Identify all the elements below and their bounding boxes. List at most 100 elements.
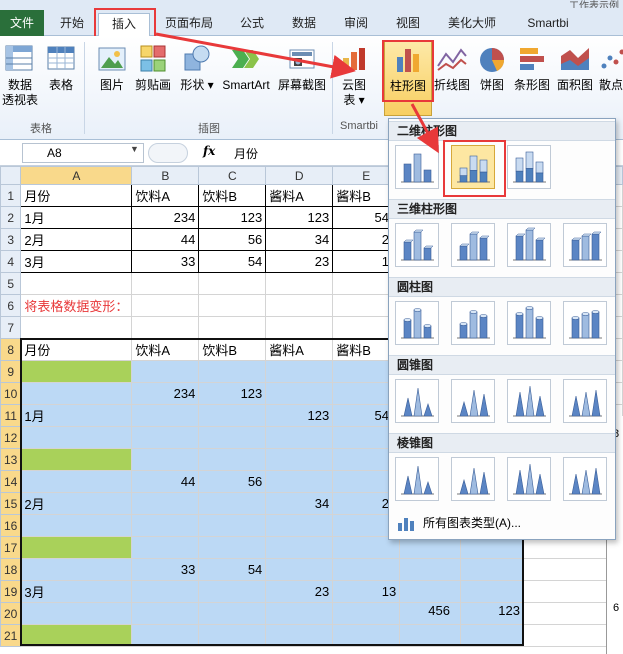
cell[interactable] [20,602,133,625]
line-chart-button[interactable]: 折线图 [432,40,472,116]
cell[interactable] [198,514,267,537]
chart-type-pyramid-2[interactable] [451,457,495,501]
cell[interactable] [131,294,200,317]
cell[interactable] [265,294,334,317]
cell[interactable]: 123 [265,206,334,229]
cell[interactable] [131,624,200,647]
chart-type-cylinder-2[interactable] [451,301,495,345]
cell[interactable]: 将表格数据变形： [20,294,133,317]
chart-type-cone-2[interactable] [451,379,495,423]
row-header[interactable]: 17 [0,536,22,559]
cell[interactable]: 34 [265,228,334,251]
cloud-chart-button[interactable]: 云图 表 ▾ [336,40,372,116]
row-header[interactable]: 7 [0,316,22,339]
cell[interactable] [265,470,334,493]
all-chart-types-item[interactable]: 所有图表类型(A)... [393,511,611,535]
cell[interactable] [131,514,200,537]
chart-type-cylinder-1[interactable] [395,301,439,345]
cell[interactable]: 月份 [20,338,133,361]
cell[interactable] [265,558,334,581]
cell[interactable] [198,360,267,383]
cell[interactable]: 33 [131,250,200,273]
cell[interactable]: 3月 [20,580,133,603]
row-header[interactable]: 16 [0,514,22,537]
cell[interactable]: 饮料A [131,184,200,207]
cell[interactable] [20,426,133,449]
cell[interactable] [265,382,334,405]
cell[interactable] [198,580,267,603]
cell[interactable] [460,558,523,581]
cell[interactable] [20,272,133,295]
chart-type-cone-4[interactable] [563,379,607,423]
tab-insert[interactable]: 插入 [98,13,150,37]
cell[interactable]: 13 [332,580,401,603]
chart-type-cylinder-4[interactable] [563,301,607,345]
tab-view[interactable]: 视图 [388,13,428,36]
tab-file[interactable]: 文件 [0,10,44,36]
cell[interactable]: 月份 [20,184,133,207]
tab-page-layout[interactable]: 页面布局 [158,13,220,36]
cell[interactable] [198,316,267,339]
cell[interactable] [265,426,334,449]
column-header[interactable]: B [131,166,200,185]
select-all-corner[interactable] [0,166,22,185]
cell[interactable]: 54 [198,250,267,273]
cell[interactable] [399,624,462,647]
row-header[interactable]: 2 [0,206,22,229]
cell[interactable] [265,360,334,383]
chart-type-2d-1[interactable] [395,145,439,189]
chart-type-2d-3[interactable] [507,145,551,189]
row-header[interactable]: 19 [0,580,22,603]
pie-chart-button[interactable]: 饼图 [474,40,510,116]
cell[interactable]: 56 [198,228,267,251]
chart-type-3d-2[interactable] [451,223,495,267]
row-header[interactable]: 15 [0,492,22,515]
smartart-button[interactable]: SmartArt [218,40,274,116]
cell[interactable]: 123 [198,382,267,405]
cell[interactable] [265,536,334,559]
cell[interactable] [265,272,334,295]
name-box[interactable]: A8 [22,143,144,163]
tab-smartbi[interactable]: Smartbi [518,13,578,36]
cell[interactable] [20,470,133,493]
cell[interactable] [265,602,334,625]
row-header[interactable]: 21 [0,624,22,647]
cell[interactable] [20,624,133,647]
cell[interactable] [20,316,133,339]
cell[interactable] [20,382,133,405]
tab-review[interactable]: 审阅 [336,13,376,36]
cell[interactable] [332,558,401,581]
chart-type-cone-3[interactable] [507,379,551,423]
scatter-chart-button[interactable]: 散点 [596,40,623,116]
cell[interactable] [265,624,334,647]
cell-value[interactable]: 456 [392,603,450,618]
cell[interactable] [198,492,267,515]
tab-data[interactable]: 数据 [284,13,324,36]
chevron-down-icon[interactable]: ▼ [130,144,139,154]
column-chart-button[interactable]: 柱形图 [384,40,432,116]
column-header[interactable]: C [198,166,267,185]
cell[interactable] [20,536,133,559]
cell[interactable] [198,404,267,427]
cell[interactable] [131,426,200,449]
cell[interactable] [198,448,267,471]
cell[interactable] [332,602,401,625]
cell[interactable] [131,492,200,515]
cell[interactable]: 酱料A [265,184,334,207]
cell[interactable] [265,316,334,339]
chart-type-3d-1[interactable] [395,223,439,267]
row-header[interactable]: 13 [0,448,22,471]
cell[interactable]: 34 [265,492,334,515]
cell[interactable] [198,602,267,625]
cell[interactable]: 饮料B [198,184,267,207]
cell[interactable]: 123 [265,404,334,427]
cell[interactable]: 44 [131,470,200,493]
cell[interactable]: 3月 [20,250,133,273]
cell[interactable] [131,536,200,559]
column-header[interactable]: A [20,166,133,185]
cell[interactable]: 2月 [20,228,133,251]
chart-type-pyramid-3[interactable] [507,457,551,501]
pivot-table-button[interactable]: 数据 透视表 [0,40,40,116]
chart-type-cone-1[interactable] [395,379,439,423]
cell[interactable] [131,316,200,339]
